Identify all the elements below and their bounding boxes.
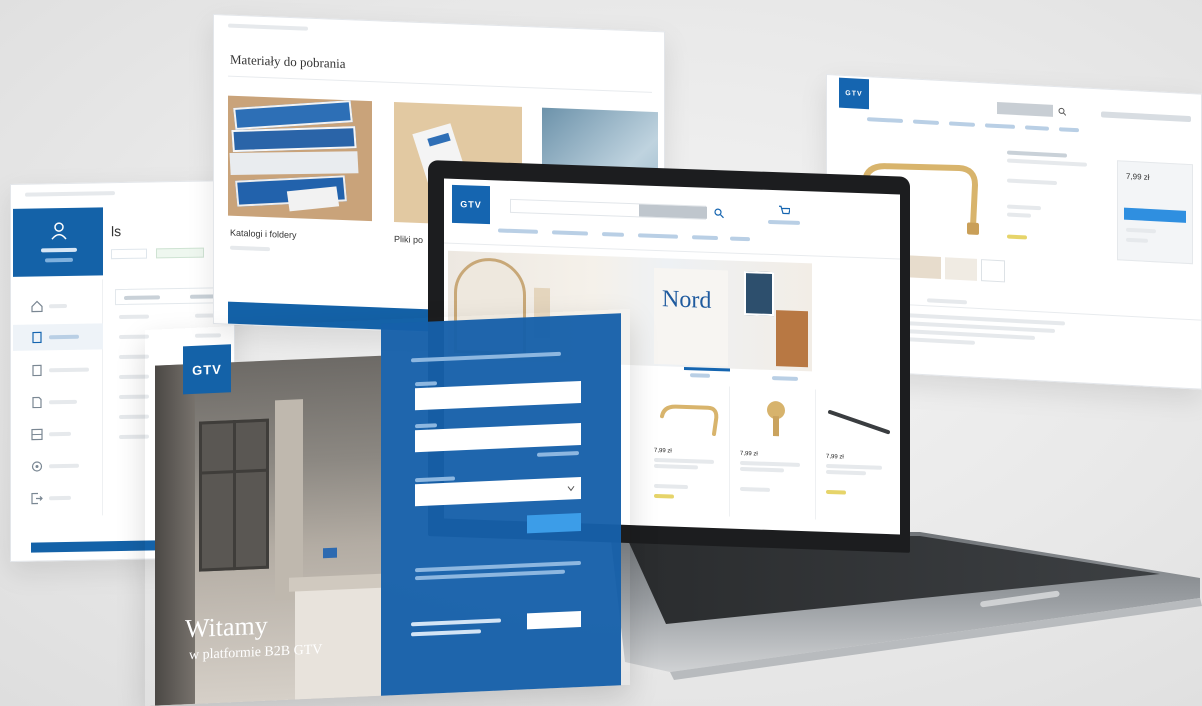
breadcrumb — [25, 191, 145, 197]
document-icon — [32, 396, 42, 409]
hero-indicator — [684, 366, 730, 372]
language-select[interactable] — [415, 476, 581, 507]
search-field[interactable] — [997, 101, 1053, 117]
login-panel: Witamy w platformie B2B GTV GTV — [145, 309, 630, 706]
account-header — [13, 207, 103, 277]
material-card-label: Pliki po — [394, 233, 424, 246]
price: 7,99 zł — [654, 447, 672, 455]
product-image — [660, 404, 719, 436]
welcome-title: Witamy — [185, 610, 268, 644]
product-card[interactable]: 7,99 zł — [734, 386, 816, 520]
filter-chip[interactable] — [111, 248, 147, 260]
password-field[interactable] — [415, 422, 581, 453]
chevron-down-icon — [567, 485, 575, 492]
cart-icon[interactable] — [778, 204, 790, 216]
hero-text: Nord — [662, 286, 712, 314]
price: 7,99 zł — [826, 453, 844, 461]
search-input[interactable] — [510, 198, 707, 220]
register-button[interactable] — [527, 610, 581, 630]
sidebar-item-invoices[interactable] — [13, 357, 103, 383]
home-icon — [31, 300, 43, 313]
logo: GTV — [452, 184, 490, 225]
sidebar-nav — [13, 279, 103, 517]
material-card-label: Katalogi i foldery — [230, 227, 297, 241]
main-nav[interactable] — [498, 228, 798, 244]
login-form — [381, 313, 621, 696]
account-title-fragment: ls — [111, 223, 122, 240]
material-card-catalogs[interactable] — [228, 95, 372, 222]
login-button[interactable] — [527, 512, 581, 534]
invoice-icon — [32, 364, 42, 377]
login-photo: Witamy w platformie B2B GTV — [155, 355, 381, 706]
product-card[interactable]: 7,99 zł — [648, 383, 730, 517]
logo: GTV — [183, 344, 231, 395]
logo: GTV — [839, 77, 869, 110]
sidebar-item-catalog[interactable] — [13, 421, 103, 447]
sidebar-item-logout[interactable] — [13, 485, 103, 511]
sidebar-item-orders[interactable] — [13, 323, 103, 351]
product-card[interactable]: 7,99 zł — [820, 390, 900, 523]
search-icon[interactable] — [714, 208, 724, 219]
logout-icon — [31, 492, 43, 505]
register-prompt — [411, 618, 511, 637]
grid-icon — [31, 428, 43, 441]
gear-icon — [31, 461, 43, 472]
file-icon — [32, 331, 42, 344]
sidebar-item-documents[interactable] — [13, 389, 103, 415]
status-chip — [156, 247, 204, 259]
user-icon — [51, 222, 67, 240]
search-icon[interactable] — [1058, 107, 1066, 116]
sidebar-item-settings[interactable] — [13, 453, 103, 479]
product-image — [828, 410, 890, 435]
page-title: Materiały do pobrania — [230, 51, 346, 72]
sidebar-item-home[interactable] — [13, 293, 103, 319]
product-image — [767, 401, 785, 437]
product-info — [1007, 150, 1107, 240]
price: 7,99 zł — [740, 450, 758, 458]
login-field[interactable] — [415, 380, 581, 411]
category-nav[interactable] — [867, 117, 1107, 136]
